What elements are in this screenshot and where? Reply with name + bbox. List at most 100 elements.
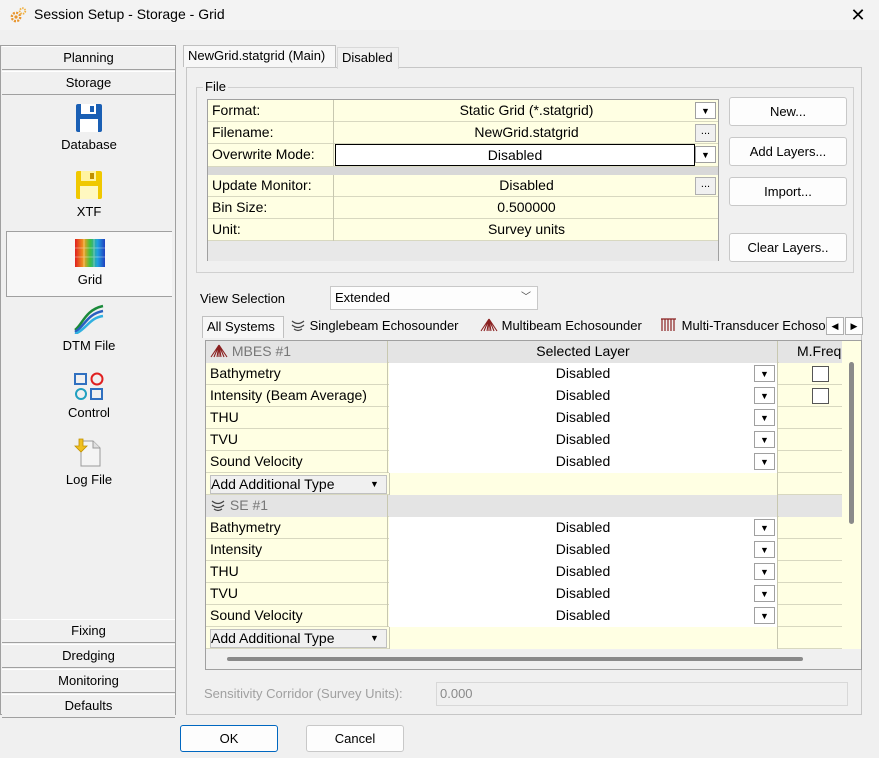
tab-singlebeam[interactable]: Singlebeam Echosounder xyxy=(286,316,473,338)
table-row: Bathymetry Disabled ▼ xyxy=(206,363,842,385)
clear-layers-button[interactable]: Clear Layers.. xyxy=(729,233,847,262)
category-storage[interactable]: Storage xyxy=(2,71,175,95)
layer-select[interactable]: Disabled ▼ xyxy=(389,583,778,605)
sidebar-item-label: Grid xyxy=(77,272,103,287)
mfreq-cell xyxy=(779,385,842,407)
layer-type-label: Sound Velocity xyxy=(206,451,388,473)
mfreq-column-header: M.Freq xyxy=(779,341,842,363)
mfreq-cell xyxy=(779,605,842,627)
layer-dropdown-button[interactable]: ▼ xyxy=(754,541,775,558)
mfreq-checkbox[interactable] xyxy=(812,388,829,404)
format-value[interactable]: Static Grid (*.statgrid) xyxy=(335,100,718,122)
layer-dropdown-button[interactable]: ▼ xyxy=(754,409,775,426)
layer-select[interactable]: Disabled ▼ xyxy=(389,517,778,539)
ok-button[interactable]: OK xyxy=(180,725,278,752)
update-monitor-browse-button[interactable]: ... xyxy=(695,177,716,195)
format-label: Format: xyxy=(208,100,334,122)
category-dredging[interactable]: Dredging xyxy=(2,644,175,668)
tab-multi-transducer[interactable]: Multi-Transducer Echosounder xyxy=(656,316,825,338)
table-row: THU Disabled ▼ xyxy=(206,407,842,429)
layer-dropdown-button[interactable]: ▼ xyxy=(754,387,775,404)
add-additional-type-dropdown[interactable]: Add Additional Type ▼ xyxy=(210,629,387,648)
unit-value[interactable]: Survey units xyxy=(335,219,718,241)
table-row: THU Disabled ▼ xyxy=(206,561,842,583)
se-name-text: SE #1 xyxy=(229,497,269,513)
layer-select[interactable]: Disabled ▼ xyxy=(389,539,778,561)
category-defaults[interactable]: Defaults xyxy=(2,694,175,718)
layer-select[interactable]: Disabled ▼ xyxy=(389,561,778,583)
view-selection-value: Extended xyxy=(335,290,390,305)
new-button[interactable]: New... xyxy=(729,97,847,126)
se-header-row: SE #1 xyxy=(206,495,842,517)
view-selection-dropdown[interactable]: Extended ﹀ xyxy=(330,286,538,310)
category-fixing[interactable]: Fixing xyxy=(2,619,175,643)
sidebar-item-label: DTM File xyxy=(62,338,116,353)
layer-dropdown-button[interactable]: ▼ xyxy=(754,365,775,382)
category-planning[interactable]: Planning xyxy=(2,46,175,70)
tab-scroll-left-button[interactable]: ◀ xyxy=(826,317,844,335)
tab-disabled[interactable]: Disabled xyxy=(337,47,399,69)
file-row-bin-size: Bin Size: 0.500000 xyxy=(208,197,718,219)
update-monitor-value[interactable]: Disabled xyxy=(335,175,718,197)
sidebar-item-xtf[interactable]: XTF xyxy=(6,164,172,230)
multi-transducer-icon xyxy=(661,318,676,331)
layer-value: Disabled xyxy=(555,431,611,447)
tab-multibeam[interactable]: Multibeam Echosounder xyxy=(476,316,653,338)
table-row: TVU Disabled ▼ xyxy=(206,583,842,605)
layer-dropdown-button[interactable]: ▼ xyxy=(754,585,775,602)
format-dropdown-button[interactable]: ▼ xyxy=(695,102,716,119)
layer-value: Disabled xyxy=(555,387,611,403)
cancel-button[interactable]: Cancel xyxy=(306,725,404,752)
layer-select[interactable]: Disabled ▼ xyxy=(389,605,778,627)
sidebar-item-log-file[interactable]: Log File xyxy=(6,432,172,498)
layer-select[interactable]: Disabled ▼ xyxy=(389,385,778,407)
layer-dropdown-button[interactable]: ▼ xyxy=(754,607,775,624)
mfreq-checkbox[interactable] xyxy=(812,366,829,382)
add-type-row: Add Additional Type ▼ xyxy=(206,473,842,495)
sidebar-item-database[interactable]: Database xyxy=(6,97,172,163)
overwrite-value[interactable]: Disabled xyxy=(335,144,695,166)
sidebar-item-label: Control xyxy=(68,405,110,420)
layer-value: Disabled xyxy=(555,585,611,601)
layer-value: Disabled xyxy=(555,519,611,535)
mfreq-cell xyxy=(779,451,842,473)
multibeam-icon xyxy=(480,318,498,332)
category-monitoring[interactable]: Monitoring xyxy=(2,669,175,693)
tab-all-systems[interactable]: All Systems xyxy=(202,316,284,338)
dtm-wave-icon xyxy=(74,304,104,334)
add-additional-type-dropdown[interactable]: Add Additional Type ▼ xyxy=(210,475,387,494)
filename-value[interactable]: NewGrid.statgrid xyxy=(335,122,718,144)
import-button[interactable]: Import... xyxy=(729,177,847,206)
layer-select[interactable]: Disabled ▼ xyxy=(389,429,778,451)
layer-dropdown-button[interactable]: ▼ xyxy=(754,519,775,536)
sidebar-item-control[interactable]: Control xyxy=(6,365,172,431)
multibeam-icon xyxy=(210,344,228,358)
bin-size-value[interactable]: 0.500000 xyxy=(335,197,718,219)
empty-header-cell xyxy=(779,495,842,517)
file-row-overwrite: Overwrite Mode: Disabled ▼ xyxy=(208,144,718,167)
file-row-update-monitor: Update Monitor: Disabled ... xyxy=(208,175,718,197)
add-layers-button[interactable]: Add Layers... xyxy=(729,137,847,166)
sidebar-item-dtm-file[interactable]: DTM File xyxy=(6,298,172,364)
tab-main-grid[interactable]: NewGrid.statgrid (Main) xyxy=(183,45,336,67)
shapes-control-icon xyxy=(74,372,104,400)
layer-dropdown-button[interactable]: ▼ xyxy=(754,563,775,580)
layer-select[interactable]: Disabled ▼ xyxy=(389,451,778,473)
add-type-dropdown-button[interactable]: ▼ xyxy=(364,476,385,493)
tab-scroll-right-button[interactable]: ▶ xyxy=(845,317,863,335)
empty-cell xyxy=(389,473,778,495)
chevron-down-icon: ﹀ xyxy=(521,292,531,303)
layer-dropdown-button[interactable]: ▼ xyxy=(754,453,775,470)
layer-select[interactable]: Disabled ▼ xyxy=(389,407,778,429)
vertical-scrollbar-thumb[interactable] xyxy=(849,362,854,524)
layer-dropdown-button[interactable]: ▼ xyxy=(754,431,775,448)
overwrite-dropdown-button[interactable]: ▼ xyxy=(695,146,716,163)
window-title: Session Setup - Storage - Grid xyxy=(34,6,225,22)
filename-browse-button[interactable]: ... xyxy=(695,124,716,142)
layer-select[interactable]: Disabled ▼ xyxy=(389,363,778,385)
add-type-dropdown-button[interactable]: ▼ xyxy=(364,630,385,647)
sidebar-item-grid[interactable]: Grid xyxy=(6,231,172,297)
table-row: Intensity Disabled ▼ xyxy=(206,539,842,561)
horizontal-scrollbar-thumb[interactable] xyxy=(227,657,803,661)
close-button[interactable]: ✕ xyxy=(843,0,873,30)
